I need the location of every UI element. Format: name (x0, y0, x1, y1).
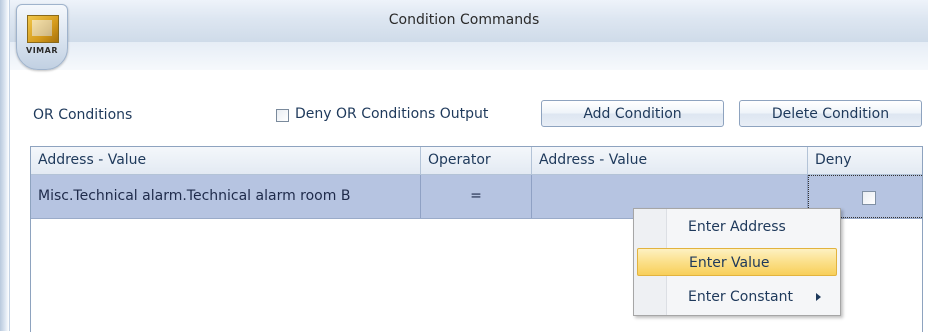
delete-condition-button[interactable]: Delete Condition (739, 100, 922, 127)
deny-or-output-label[interactable]: Deny OR Conditions Output (295, 106, 488, 122)
menu-item-enter-address[interactable]: Enter Address (637, 213, 837, 241)
deny-or-output-checkbox[interactable] (276, 109, 289, 122)
context-menu: Enter Address Enter Value Enter Constant (633, 208, 841, 316)
window-title: Condition Commands (388, 12, 540, 28)
submenu-arrow-icon (816, 293, 821, 301)
menu-item-enter-constant[interactable]: Enter Constant (637, 283, 837, 311)
deny-checkbox[interactable] (862, 191, 876, 205)
app-menu-button[interactable]: VIMAR (16, 4, 68, 70)
column-header-address-value-1[interactable]: Address - Value (31, 147, 421, 174)
menu-item-enter-value[interactable]: Enter Value (637, 248, 837, 276)
or-conditions-label: OR Conditions (33, 107, 133, 123)
add-condition-button[interactable]: Add Condition (541, 100, 724, 127)
menu-item-label: Enter Constant (688, 289, 793, 305)
menu-item-label: Enter Value (689, 255, 770, 271)
window-left-border (0, 0, 10, 331)
column-header-deny[interactable]: Deny (808, 147, 922, 174)
vimar-logo-icon (27, 15, 59, 43)
cell-operator[interactable]: = (421, 175, 532, 218)
condition-commands-window: Condition Commands VIMAR OR Conditions D… (0, 0, 928, 332)
toolbar-band (10, 42, 928, 70)
title-bar: Condition Commands (0, 0, 928, 43)
column-header-address-value-2[interactable]: Address - Value (532, 147, 808, 174)
menu-item-label: Enter Address (688, 219, 786, 235)
app-brand-label: VIMAR (26, 46, 58, 55)
column-header-operator[interactable]: Operator (421, 147, 532, 174)
cell-address-value-1[interactable]: Misc.Technical alarm.Technical alarm roo… (31, 175, 421, 218)
grid-header: Address - Value Operator Address - Value… (31, 147, 922, 175)
